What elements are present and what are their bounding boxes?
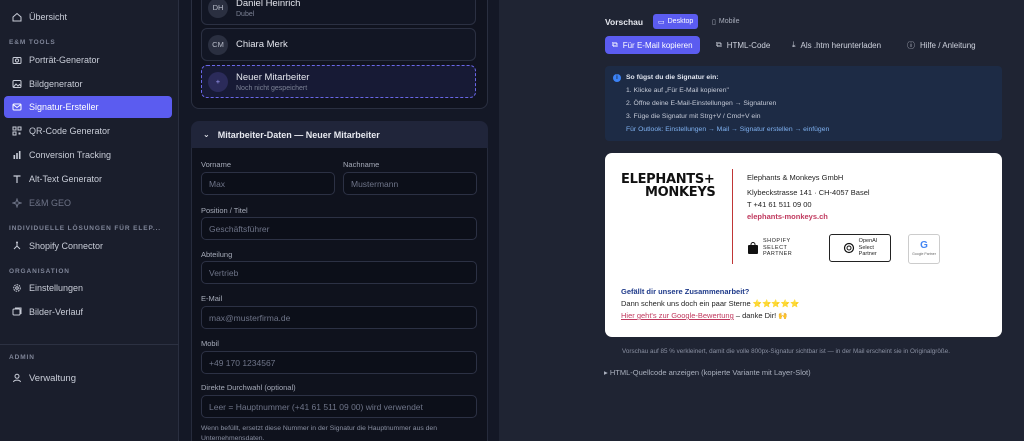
sparkle-icon <box>12 198 22 208</box>
camera-icon <box>12 55 22 65</box>
google-partner-badge: G Google Partner <box>908 234 940 264</box>
download-icon: ⤓ <box>792 40 796 49</box>
shopify-badge: SHOPIFY SELECT PARTNER <box>747 236 809 260</box>
info-icon: i <box>613 74 621 82</box>
durchwahl-input[interactable]: Leer = Hauptnummer (+41 61 511 09 00) wi… <box>201 395 477 418</box>
info-title: So fügst du die Signatur ein: <box>626 74 719 81</box>
vorname-input[interactable]: Max <box>201 172 335 195</box>
label-nachname: Nachname <box>343 160 380 169</box>
copy-icon: ⧉ <box>612 40 618 49</box>
sidebar-item-history[interactable]: Bilder-Verlauf <box>4 301 172 323</box>
gear-icon <box>12 283 22 293</box>
text-icon <box>12 174 22 184</box>
position-input[interactable]: Geschäftsführer <box>201 217 477 240</box>
download-htm-button[interactable]: ⤓ Als .htm herunterladen <box>785 36 888 54</box>
home-icon <box>12 12 22 22</box>
sidebar-item-overview[interactable]: Übersicht <box>4 6 172 28</box>
info-outlook: Für Outlook: Einstellungen → Mail → Sign… <box>626 126 830 133</box>
employee-item-new[interactable]: + Neuer Mitarbeiter Noch nicht gespeiche… <box>201 65 476 98</box>
help-icon: ⓘ <box>907 40 915 50</box>
chevron-down-icon: ⌄ <box>203 130 210 139</box>
company-logo: ELEPHANTS+ MONKEYS <box>621 172 716 200</box>
abteilung-input[interactable]: Vertrieb <box>201 261 477 284</box>
sidebar-item-alt-text[interactable]: Alt-Text Generator <box>4 168 172 190</box>
preview-scale-note: Vorschau auf 85 % verkleinert, damit die… <box>622 348 950 355</box>
label-position: Position / Titel <box>201 206 248 215</box>
signature-divider <box>732 169 733 264</box>
phone-icon: ▯ <box>712 18 716 26</box>
durchwahl-hint: Wenn befüllt, ersetzt diese Nummer in de… <box>201 425 437 441</box>
section-label-custom: INDIVIDUELLE LÖSUNGEN FÜR ELEP... <box>9 225 162 232</box>
employee-name: Neuer Mitarbeiter <box>236 71 310 83</box>
sidebar-item-qr[interactable]: QR-Code Generator <box>4 120 172 142</box>
email-input[interactable]: max@musterfirma.de <box>201 306 477 329</box>
sidebar-item-settings[interactable]: Einstellungen <box>4 277 172 299</box>
employee-item[interactable]: DH Daniel Heinrich Dubel <box>201 0 476 25</box>
help-button[interactable]: ⓘ Hilfe / Anleitung <box>900 36 983 54</box>
monitor-icon: ▭ <box>658 18 665 26</box>
shopify-bag-icon <box>747 242 759 254</box>
feedback-question: Gefällt dir unsere Zusammenarbeit? <box>621 287 750 296</box>
label-durchwahl: Direkte Durchwahl (optional) <box>201 383 296 392</box>
html-code-button[interactable]: ⧉ HTML-Code <box>709 36 777 54</box>
feedback-stars-text: Dann schenk uns doch ein paar Sterne ⭐⭐⭐… <box>621 299 800 308</box>
instructions-box: i So fügst du die Signatur ein: 1. Klick… <box>605 66 1002 141</box>
mobil-input[interactable]: +49 170 1234567 <box>201 351 477 374</box>
user-icon <box>12 373 22 383</box>
google-logo-icon: G <box>920 239 928 251</box>
employee-sub: Dubel <box>236 10 255 18</box>
image-icon <box>12 79 22 89</box>
signature-phone: T +41 61 511 09 00 <box>747 200 812 209</box>
nachname-input[interactable]: Mustermann <box>343 172 477 195</box>
html-source-toggle[interactable]: ▸ HTML-Quellcode anzeigen (kopierte Vari… <box>604 368 811 377</box>
avatar: DH <box>208 0 228 18</box>
section-label-admin: ADMIN <box>9 354 35 361</box>
section-label-org: ORGANISATION <box>9 268 70 275</box>
signature-address: Klybeckstrasse 141 · CH-4057 Basel <box>747 188 870 197</box>
form-header[interactable]: ⌄ Mitarbeiter-Daten — Neuer Mitarbeiter <box>191 121 488 148</box>
signature-website[interactable]: elephants-monkeys.ch <box>747 212 828 221</box>
qr-icon <box>12 126 22 136</box>
label-vorname: Vorname <box>201 160 232 169</box>
info-step-1: 1. Klicke auf „Für E-Mail kopieren" <box>626 87 729 94</box>
info-step-2: 2. Öffne deine E-Mail-Einstellungen → Si… <box>626 100 777 107</box>
sidebar: Übersicht E&M TOOLS Porträt-Generator Bi… <box>0 0 179 441</box>
employee-item[interactable]: CM Chiara Merk <box>201 28 476 61</box>
mail-icon <box>12 102 22 112</box>
gallery-icon <box>12 307 22 317</box>
employee-sub: Noch nicht gespeichert <box>236 84 308 92</box>
copy-icon: ⧉ <box>716 40 722 49</box>
sidebar-item-admin[interactable]: Verwaltung <box>4 367 172 389</box>
bar-chart-icon <box>12 150 22 160</box>
copy-email-button[interactable]: ⧉ Für E-Mail kopieren <box>605 36 700 54</box>
sidebar-item-conversion[interactable]: Conversion Tracking <box>4 144 172 166</box>
sidebar-divider <box>0 344 179 345</box>
preview-title: Vorschau <box>605 17 644 27</box>
feedback-review-line: Hier geht's zur Google-Bewertung – danke… <box>621 311 788 320</box>
desktop-toggle[interactable]: ▭ Desktop <box>653 14 699 29</box>
google-review-link[interactable]: Hier geht's zur Google-Bewertung <box>621 311 734 320</box>
info-step-3: 3. Füge die Signatur mit Strg+V / Cmd+V … <box>626 113 761 120</box>
sidebar-item-geo[interactable]: E&M GEO <box>4 192 172 214</box>
signature-company: Elephants & Monkeys GmbH <box>747 173 844 182</box>
label-mobil: Mobil <box>201 339 219 348</box>
label-abteilung: Abteilung <box>201 250 233 259</box>
sidebar-item-portrait[interactable]: Porträt-Generator <box>4 49 172 71</box>
avatar: CM <box>208 34 228 55</box>
add-user-icon: + <box>208 71 228 92</box>
sidebar-item-shopify[interactable]: Shopify Connector <box>4 235 172 257</box>
signature-preview: ELEPHANTS+ MONKEYS Elephants & Monkeys G… <box>605 153 1002 337</box>
employee-name: Chiara Merk <box>236 39 288 50</box>
sidebar-item-image-generator[interactable]: Bildgenerator <box>4 73 172 95</box>
openai-logo-icon <box>843 242 855 254</box>
employee-name: Daniel Heinrich <box>236 0 301 9</box>
openai-badge: OpenAI Select Partner <box>829 234 891 262</box>
link-icon <box>12 241 22 251</box>
sidebar-item-signature[interactable]: Signatur-Ersteller <box>4 96 172 118</box>
mobile-toggle[interactable]: ▯ Mobile <box>707 14 744 29</box>
label-email: E-Mail <box>201 294 223 303</box>
section-label-tools: E&M TOOLS <box>9 39 56 46</box>
